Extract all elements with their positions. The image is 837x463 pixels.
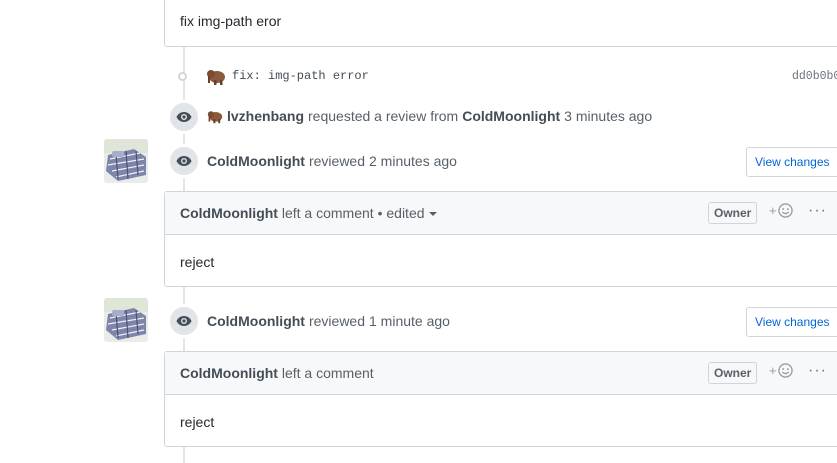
event-time[interactable]: 1 minute ago: [369, 313, 450, 329]
reviewer-link[interactable]: ColdMoonlight: [207, 153, 305, 169]
comment-header: ColdMoonlight left a comment Owner + ···: [165, 352, 837, 395]
eye-icon: [176, 112, 192, 122]
comment-verb: left a comment: [281, 365, 374, 381]
eye-icon-badge: [167, 100, 201, 134]
event-time[interactable]: 2 minutes ago: [369, 153, 457, 169]
view-changes-button[interactable]: View changes: [746, 307, 837, 337]
smiley-icon: [777, 203, 793, 218]
eye-icon-badge: [167, 144, 201, 178]
commit-sha[interactable]: dd0b0b0: [792, 70, 837, 83]
owner-badge: Owner: [708, 362, 758, 384]
elephant-avatar-icon[interactable]: [207, 108, 223, 124]
elephant-avatar-icon[interactable]: [206, 66, 226, 86]
eye-icon-badge: [167, 304, 201, 338]
comment-author-line: ColdMoonlight left a comment • edited: [180, 205, 437, 221]
avatar[interactable]: [104, 139, 148, 183]
review-event: ColdMoonlight reviewed 1 minute ago: [207, 313, 450, 329]
comment-text: reject: [180, 414, 215, 430]
owner-badge: Owner: [708, 202, 758, 224]
commit-message-box: fix img-path eror: [164, 0, 837, 47]
comment-verb: left a comment: [281, 205, 374, 221]
comment-author-line: ColdMoonlight left a comment: [180, 365, 374, 381]
event-action: requested a review from: [308, 108, 459, 124]
comment-body: reject: [165, 235, 837, 286]
review-comment: ColdMoonlight left a comment Owner + ···…: [164, 351, 837, 447]
comment-header: ColdMoonlight left a comment • edited Ow…: [165, 192, 837, 235]
comment-author-link[interactable]: ColdMoonlight: [180, 365, 278, 381]
commit-row: fix: img-path error: [206, 64, 369, 88]
eye-icon: [176, 316, 192, 326]
event-action: reviewed: [308, 313, 365, 329]
event-time[interactable]: 3 minutes ago: [564, 108, 652, 124]
reviewer-link[interactable]: ColdMoonlight: [207, 313, 305, 329]
smiley-icon: [777, 363, 793, 378]
git-commit-icon: [178, 72, 187, 81]
add-reaction-button[interactable]: +: [769, 363, 793, 378]
actor-link[interactable]: lvzhenbang: [227, 108, 304, 124]
eye-icon: [176, 156, 192, 166]
commit-message-link[interactable]: fix: img-path error: [232, 69, 369, 83]
add-reaction-button[interactable]: +: [769, 203, 793, 218]
review-event: ColdMoonlight reviewed 2 minutes ago: [207, 153, 457, 169]
view-changes-button[interactable]: View changes: [746, 147, 837, 177]
event-action: reviewed: [308, 153, 365, 169]
avatar[interactable]: [104, 298, 148, 342]
comment-body: reject: [165, 395, 837, 446]
reviewer-link[interactable]: ColdMoonlight: [462, 108, 560, 124]
comment-text: reject: [180, 254, 215, 270]
commit-message-text: fix img-path eror: [180, 13, 282, 29]
review-comment: ColdMoonlight left a comment • edited Ow…: [164, 191, 837, 287]
caret-down-icon: [428, 212, 437, 217]
kebab-horizontal-icon[interactable]: ···: [808, 203, 827, 219]
comment-author-link[interactable]: ColdMoonlight: [180, 205, 278, 221]
kebab-horizontal-icon[interactable]: ···: [808, 363, 827, 379]
review-request-event: lvzhenbang requested a review from ColdM…: [207, 108, 652, 124]
edited-dropdown[interactable]: • edited: [378, 205, 437, 221]
